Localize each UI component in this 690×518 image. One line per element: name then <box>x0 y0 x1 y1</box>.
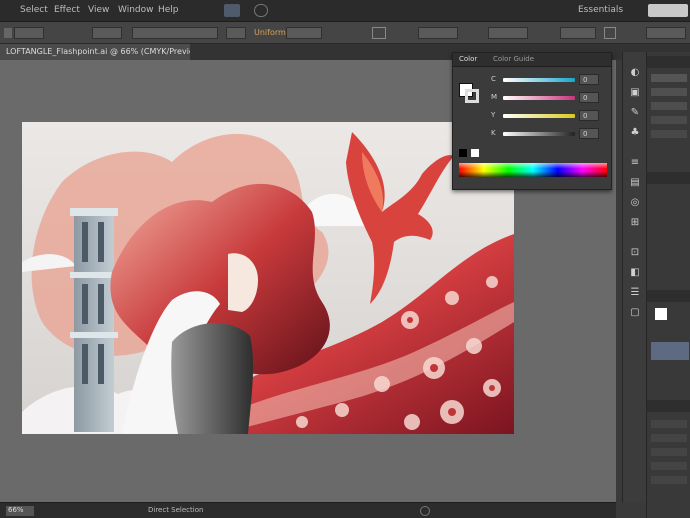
white-swatch[interactable] <box>471 149 479 157</box>
menu-view[interactable]: View <box>88 5 109 15</box>
gradient-icon[interactable]: ▤ <box>627 176 643 190</box>
channel-y-value-text: 0 <box>583 112 588 120</box>
appearance-selected-row[interactable] <box>651 342 689 360</box>
stroke-weight-field[interactable] <box>92 27 122 39</box>
channel-m-value-text: 0 <box>583 94 588 102</box>
graphic-styles-icon[interactable]: ▣ <box>627 86 643 100</box>
right-panel-dock <box>646 52 690 518</box>
channel-k-value-text: 0 <box>583 130 588 138</box>
channel-y-label: Y <box>491 111 496 119</box>
artboard[interactable] <box>22 122 514 434</box>
swatch-row[interactable] <box>651 102 687 110</box>
document-tab[interactable]: LOFTANGLE_Flashpoint.ai @ 66% (CMYK/Prev… <box>0 44 190 60</box>
color-panel: Color Color Guide C 0 M 0 Y 0 K 0 <box>452 52 612 190</box>
tower <box>70 208 118 432</box>
brush-select[interactable] <box>226 27 246 39</box>
layers-panel-header[interactable] <box>647 172 690 184</box>
channel-k-label: K <box>491 129 496 137</box>
panel-options-select[interactable] <box>646 27 686 39</box>
arrange-select[interactable] <box>560 27 596 39</box>
channel-c-value-text: 0 <box>583 76 588 84</box>
variable-width-select[interactable] <box>132 27 218 39</box>
control-bar: Uniform <box>0 22 690 44</box>
align-select[interactable] <box>418 27 458 39</box>
tab-color[interactable]: Color <box>459 55 477 63</box>
black-swatch[interactable] <box>459 149 467 157</box>
align-icon[interactable]: ⊞ <box>627 216 643 230</box>
search-icon[interactable] <box>254 4 268 17</box>
selection-indicator-icon <box>4 28 12 38</box>
tab-color-guide[interactable]: Color Guide <box>493 55 534 63</box>
stroke-icon[interactable]: ≡ <box>627 156 643 170</box>
pathfinder-icon[interactable]: ◧ <box>627 266 643 280</box>
channel-k-slider[interactable] <box>503 132 575 136</box>
zoom-value: 66% <box>8 506 24 514</box>
workspace-switcher[interactable]: Essentials <box>578 5 623 15</box>
channel-k-value[interactable]: 0 <box>579 128 599 139</box>
swatches-panel-header[interactable] <box>647 56 690 68</box>
layer-row[interactable] <box>651 434 687 442</box>
search-field[interactable] <box>648 4 688 17</box>
style-label: Uniform <box>254 28 286 37</box>
channel-c-label: C <box>491 75 496 83</box>
current-tool-label: Direct Selection <box>148 506 204 514</box>
swatch-row[interactable] <box>651 74 687 82</box>
color-panel-header: Color Color Guide <box>453 53 611 67</box>
illustration <box>22 122 514 434</box>
appearance-fill-swatch[interactable] <box>655 308 667 320</box>
status-bar: 66% Direct Selection <box>0 502 616 518</box>
isolate-icon[interactable] <box>604 27 616 39</box>
swatch-row[interactable] <box>651 88 687 96</box>
artboards-icon[interactable]: ▢ <box>627 306 643 320</box>
menu-help[interactable]: Help <box>158 5 179 15</box>
channel-c-value[interactable]: 0 <box>579 74 599 85</box>
zoom-field[interactable]: 66% <box>6 506 34 516</box>
menu-select[interactable]: Select <box>20 5 48 15</box>
channel-c-slider[interactable] <box>503 78 575 82</box>
channel-m-value[interactable]: 0 <box>579 92 599 103</box>
swatch-row[interactable] <box>651 116 687 124</box>
menu-bar: Select Effect View Window Help Essential… <box>0 0 690 22</box>
brushes-icon[interactable]: ✎ <box>627 106 643 120</box>
symbols-icon[interactable]: ♣ <box>627 126 643 140</box>
transform-icon[interactable]: ⊡ <box>627 246 643 260</box>
layer-row[interactable] <box>651 476 687 484</box>
channel-m-slider[interactable] <box>503 96 575 100</box>
channel-y-slider[interactable] <box>503 114 575 118</box>
woman-shirt <box>171 323 254 434</box>
swatch-row[interactable] <box>651 130 687 138</box>
stroke-color-swatch[interactable] <box>465 89 479 103</box>
layer-row[interactable] <box>651 420 687 428</box>
transparency-icon[interactable]: ◎ <box>627 196 643 210</box>
channel-m-label: M <box>491 93 498 101</box>
appearance-panel-header[interactable] <box>647 290 690 302</box>
menu-effect[interactable]: Effect <box>54 5 80 15</box>
color-spectrum[interactable] <box>459 163 607 177</box>
menu-window[interactable]: Window <box>118 5 154 15</box>
layers-icon[interactable]: ☰ <box>627 286 643 300</box>
opacity-field[interactable] <box>286 27 322 39</box>
channel-y-value[interactable]: 0 <box>579 110 599 121</box>
layer-row[interactable] <box>651 462 687 470</box>
transform-select[interactable] <box>488 27 528 39</box>
bridge-icon[interactable] <box>224 4 240 17</box>
panel-icons-strip: ◐ ▣ ✎ ♣ ≡ ▤ ◎ ⊞ ⊡ ◧ ☰ ▢ <box>622 52 646 502</box>
scroll-indicator-icon[interactable] <box>420 506 430 516</box>
fill-swatch[interactable] <box>14 27 44 39</box>
appearance-icon[interactable]: ◐ <box>627 66 643 80</box>
recolor-icon[interactable] <box>372 27 386 39</box>
layers-list-header[interactable] <box>647 400 690 412</box>
layer-row[interactable] <box>651 448 687 456</box>
